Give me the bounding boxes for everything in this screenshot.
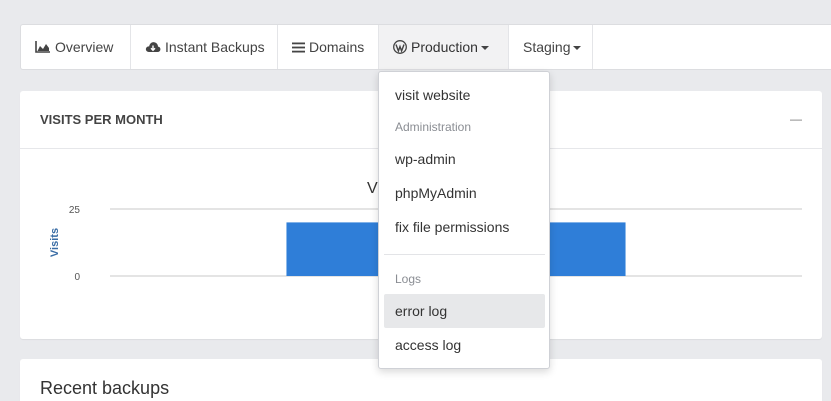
nav-production[interactable]: Production	[379, 25, 509, 69]
y-axis-label: Visits	[49, 228, 61, 257]
recent-backups-title: Recent backups	[40, 378, 170, 398]
area-chart-icon	[35, 41, 51, 53]
nav-production-label: Production	[411, 39, 478, 55]
minimize-button[interactable]: —	[790, 112, 802, 126]
nav-domains-label: Domains	[309, 39, 365, 55]
caret-down-icon	[573, 46, 582, 50]
menu-header-logs: Logs	[395, 272, 422, 286]
caret-down-icon	[480, 46, 489, 50]
y-tick-label: 25	[69, 205, 81, 216]
menu-divider	[384, 254, 545, 255]
nav-instant-backups-label: Instant Backups	[165, 39, 265, 55]
menu-item-wp-admin[interactable]: wp-admin	[384, 142, 545, 176]
nav-staging-label: Staging	[523, 39, 571, 55]
production-dropdown-menu: visit website Administration wp-admin ph…	[378, 71, 550, 369]
menu-item-visit-website[interactable]: visit website	[384, 78, 545, 112]
menu-item-access-log[interactable]: access log	[384, 328, 545, 362]
y-tick-label: 0	[74, 272, 80, 283]
menu-header-administration: Administration	[395, 120, 472, 134]
nav-overview-label: Overview	[55, 39, 114, 55]
cloud-download-icon	[145, 41, 161, 53]
visits-card-title: VISITS PER MONTH	[40, 112, 163, 127]
nav-overview[interactable]: Overview	[21, 25, 131, 69]
nav-instant-backups[interactable]: Instant Backups	[131, 25, 278, 69]
nav-staging[interactable]: Staging	[509, 25, 593, 69]
menu-item-error-log[interactable]: error log	[384, 294, 545, 328]
menu-item-fix-file-permissions[interactable]: fix file permissions	[384, 210, 545, 244]
menu-item-phpmyadmin[interactable]: phpMyAdmin	[384, 176, 545, 210]
nav-domains[interactable]: Domains	[278, 25, 379, 69]
wordpress-icon	[393, 40, 407, 54]
top-nav: Overview Instant Backups Domains Product…	[20, 24, 831, 70]
list-icon	[292, 42, 305, 53]
